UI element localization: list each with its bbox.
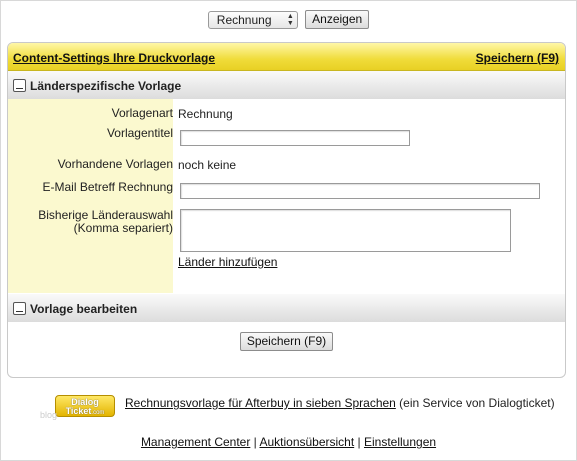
show-button[interactable]: Anzeigen — [305, 10, 370, 29]
logo-suffix: .com — [91, 410, 105, 416]
section-edit-template-title: Vorlage bearbeiten — [30, 302, 138, 316]
content-settings-panel: Content-Settings Ihre Druckvorlage Speic… — [7, 42, 566, 378]
dialogticket-logo[interactable]: Dialog Ticket.com — [55, 395, 115, 417]
section-edit-template: Vorlage bearbeiten — [8, 294, 565, 322]
email-subject-input[interactable] — [180, 183, 540, 199]
template-toolbar: Rechnung ▲ ▼ Anzeigen — [0, 10, 577, 29]
template-type-select-value: Rechnung — [216, 12, 272, 27]
nav-separator: | — [354, 435, 364, 449]
collapse-icon[interactable] — [13, 302, 26, 315]
template-title-input[interactable] — [180, 130, 410, 146]
save-button[interactable]: Speichern (F9) — [239, 332, 334, 351]
panel-header: Content-Settings Ihre Druckvorlage Speic… — [8, 43, 565, 71]
add-countries-link[interactable]: Länder hinzufügen — [178, 255, 277, 269]
save-row: Speichern (F9) — [8, 332, 565, 351]
existing-templates-value: noch keine — [178, 158, 237, 172]
service-line: Rechnungsvorlage für Afterbuy in sieben … — [125, 396, 555, 410]
template-type-select[interactable]: Rechnung ▲ ▼ — [207, 10, 298, 29]
service-link[interactable]: Rechnungsvorlage für Afterbuy in sieben … — [125, 396, 396, 410]
section-country-template-header[interactable]: Länderspezifische Vorlage — [8, 71, 565, 99]
existing-templates-label: Vorhandene Vorlagen — [57, 157, 173, 171]
footer-nav: Management Center | Auktionsübersicht | … — [0, 435, 577, 449]
panel-title-link[interactable]: Content-Settings Ihre Druckvorlage — [13, 51, 215, 65]
service-text: (ein Service von Dialogticket) — [395, 396, 555, 410]
logo-line-2: Ticket — [65, 406, 92, 416]
blog-watermark: blog — [40, 410, 58, 420]
template-kind-value: Rechnung — [178, 107, 233, 121]
countries-textarea[interactable] — [180, 209, 511, 252]
nav-auction-overview[interactable]: Auktionsübersicht — [259, 435, 354, 449]
nav-settings[interactable]: Einstellungen — [364, 435, 436, 449]
email-subject-label: E-Mail Betreff Rechnung — [42, 180, 173, 194]
template-title-label: Vorlagentitel — [106, 126, 173, 140]
collapse-icon[interactable] — [13, 79, 26, 92]
nav-management-center[interactable]: Management Center — [141, 435, 250, 449]
template-kind-label: Vorlagenart — [111, 106, 173, 120]
section-country-template-title: Länderspezifische Vorlage — [30, 79, 182, 93]
countries-hint: (Komma separiert) — [73, 221, 173, 235]
header-save-link[interactable]: Speichern (F9) — [476, 51, 559, 65]
section-edit-template-header[interactable]: Vorlage bearbeiten — [8, 294, 565, 322]
select-arrows-icon: ▲ ▼ — [286, 12, 294, 27]
country-template-form: Vorlagenart Rechnung Vorlagentitel Vorha… — [8, 99, 565, 293]
